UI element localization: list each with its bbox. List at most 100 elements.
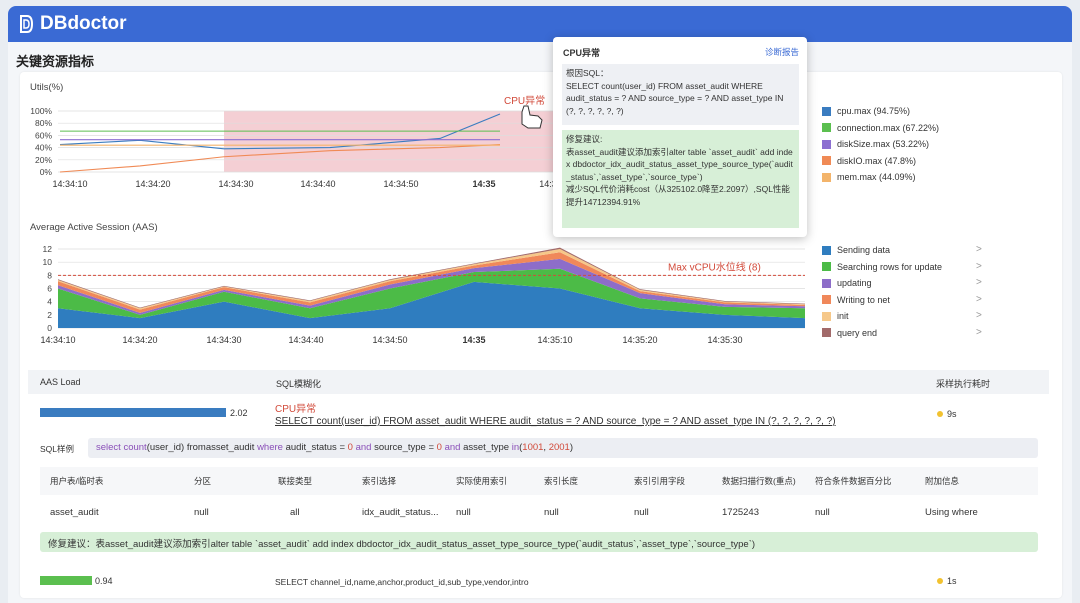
exec-time: 9s xyxy=(937,409,957,419)
aas-chart-title: Average Active Session (AAS) xyxy=(30,222,158,233)
fix-label: 修复建议: xyxy=(566,134,603,144)
legend-label: updating xyxy=(837,278,872,288)
root-cause-label: 根因SQL： xyxy=(566,68,609,78)
legend-label: query end xyxy=(837,327,878,338)
chevron-right-icon[interactable]: > xyxy=(976,261,982,272)
time-dot-icon xyxy=(937,411,943,417)
explain-column-header: 索引引用字段 xyxy=(634,476,686,486)
legend-item[interactable]: mem.max (44.09%) xyxy=(822,172,916,182)
legend-label: diskIO.max (47.8%) xyxy=(837,155,917,166)
legend-label: Sending data xyxy=(837,245,891,255)
app-name: DBdoctor xyxy=(40,13,127,34)
explain-cell: 1725243 xyxy=(722,507,759,518)
legend-item[interactable]: diskIO.max (47.8%) xyxy=(822,156,916,166)
utils-chart-title: Utils(%) xyxy=(30,82,64,93)
explain-column-header: 索引选择 xyxy=(362,476,397,486)
fix-suggestion-box: 修复建议: 表asset_audit建议添加索引alter table `ass… xyxy=(562,130,799,228)
legend-label: cpu.max (94.75%) xyxy=(837,106,911,116)
sql-sample: select count(user_id) fromasset_audit wh… xyxy=(88,438,1038,458)
explain-column-header: 分区 xyxy=(194,476,212,486)
legend-swatch xyxy=(822,139,831,149)
top-bar: DBdoctor xyxy=(8,6,1072,42)
legend-swatch xyxy=(822,295,831,304)
legend-swatch xyxy=(822,106,831,116)
sql-sample-text: select count(user_id) fromasset_audit wh… xyxy=(96,442,574,453)
sql-template-header: SQL模糊化 xyxy=(276,379,322,389)
explain-cell: all xyxy=(290,507,300,518)
aas-load-value: 2.02 xyxy=(230,408,248,418)
legend-swatch xyxy=(822,123,831,132)
fix-result: 减少SQL代价消耗cost（从325102.0降至2.2097）,SQL性能提升… xyxy=(566,184,790,207)
legend-swatch xyxy=(822,328,831,337)
exec-time-value: 9s xyxy=(947,409,957,419)
explain-column-header: 符合条件数据百分比 xyxy=(815,476,892,486)
time-dot-icon xyxy=(937,578,943,584)
sql-template-text[interactable]: SELECT channel_id,name,anchor,product_id… xyxy=(275,577,529,587)
explain-column-header: 用户表/临时表 xyxy=(50,476,104,486)
legend-item[interactable]: diskSize.max (53.22%) xyxy=(822,139,929,149)
explain-cell: Using where xyxy=(925,507,978,518)
chevron-right-icon[interactable]: > xyxy=(976,327,982,338)
tooltip-title: CPU异常 xyxy=(563,48,601,58)
explain-cell: idx_audit_status... xyxy=(362,507,439,518)
fix-suggestion-text: 修复建议：表asset_audit建议添加索引alter table `asse… xyxy=(48,539,756,550)
explain-cell: null xyxy=(456,507,471,518)
explain-cell: null xyxy=(815,507,830,518)
metrics-card xyxy=(20,72,1062,598)
aas-load-value: 0.94 xyxy=(95,576,113,586)
legend-swatch xyxy=(822,172,831,182)
explain-cell: null xyxy=(634,507,649,518)
cpu-anomaly-tag: CPU异常 xyxy=(275,404,317,415)
legend-item[interactable]: Writing to net xyxy=(822,295,890,305)
legend-item[interactable]: updating xyxy=(822,278,872,288)
root-cause-box: 根因SQL： SELECT count(user_id) FROM asset_… xyxy=(562,64,799,125)
legend-label: diskSize.max (53.22%) xyxy=(837,139,930,149)
legend-item[interactable]: Searching rows for update xyxy=(822,262,942,272)
legend-item[interactable]: query end xyxy=(822,328,877,338)
exec-time: 1s xyxy=(937,576,957,586)
fix-text: 表asset_audit建议添加索引alter table `asset_aud… xyxy=(566,146,793,182)
legend-item[interactable]: cpu.max (94.75%) xyxy=(822,106,910,116)
explain-column-header: 联接类型 xyxy=(278,476,313,486)
aas-load-bar xyxy=(40,576,92,585)
exec-time-header: 采样执行耗时 xyxy=(936,379,991,389)
chevron-right-icon[interactable]: > xyxy=(976,310,982,321)
legend-label: mem.max (44.09%) xyxy=(837,172,916,182)
explain-column-header: 附加信息 xyxy=(925,476,960,486)
cpu-anomaly-tooltip: CPU异常 诊断报告 根因SQL： SELECT count(user_id) … xyxy=(553,37,807,237)
exec-time-value: 1s xyxy=(947,576,957,586)
legend-swatch xyxy=(822,156,831,165)
page-title: 关键资源指标 xyxy=(16,54,95,69)
legend-item[interactable]: init xyxy=(822,311,849,321)
diagnosis-report-link[interactable]: 诊断报告 xyxy=(765,46,799,58)
explain-cell: null xyxy=(194,507,209,518)
explain-cell: null xyxy=(544,507,559,518)
sql-template-link[interactable]: SELECT count(user_id) FROM asset_audit W… xyxy=(275,416,836,427)
chevron-right-icon[interactable]: > xyxy=(976,277,982,288)
sql-table-header: AAS Load SQL模糊化 采样执行耗时 xyxy=(28,370,1049,394)
fix-suggestion-row: 修复建议：表asset_audit建议添加索引alter table `asse… xyxy=(40,532,1038,552)
legend-swatch xyxy=(822,278,831,288)
explain-column-header: 索引长度 xyxy=(544,476,579,486)
explain-header: 用户表/临时表 分区 联接类型 索引选择 实际使用索引 索引长度 索引引用字段 数据扫描行数(… xyxy=(40,467,1038,495)
legend-label: init xyxy=(837,311,849,321)
legend-label: Searching rows for update xyxy=(837,261,943,272)
legend-swatch xyxy=(822,245,831,255)
legend-label: Writing to net xyxy=(837,294,890,305)
legend-swatch xyxy=(822,311,831,321)
chevron-right-icon[interactable]: > xyxy=(976,294,982,305)
explain-column-header: 实际使用索引 xyxy=(456,476,508,486)
legend-item[interactable]: Sending data xyxy=(822,245,890,255)
app-logo[interactable]: DBdoctor xyxy=(18,13,127,35)
legend-item[interactable]: connection.max (67.22%) xyxy=(822,123,939,133)
explain-column-header: 数据扫描行数(重点) xyxy=(722,476,796,486)
legend-label: connection.max (67.22%) xyxy=(837,122,940,133)
sql-sample-label: SQL样例 xyxy=(40,444,75,454)
legend-swatch xyxy=(822,262,831,271)
root-cause-sql: SELECT count(user_id) FROM asset_audit W… xyxy=(566,80,784,116)
chevron-right-icon[interactable]: > xyxy=(976,244,982,255)
explain-cell: asset_audit xyxy=(50,507,99,518)
aas-load-header: AAS Load xyxy=(40,377,81,387)
logo-icon xyxy=(20,15,34,33)
aas-load-bar xyxy=(40,408,226,417)
